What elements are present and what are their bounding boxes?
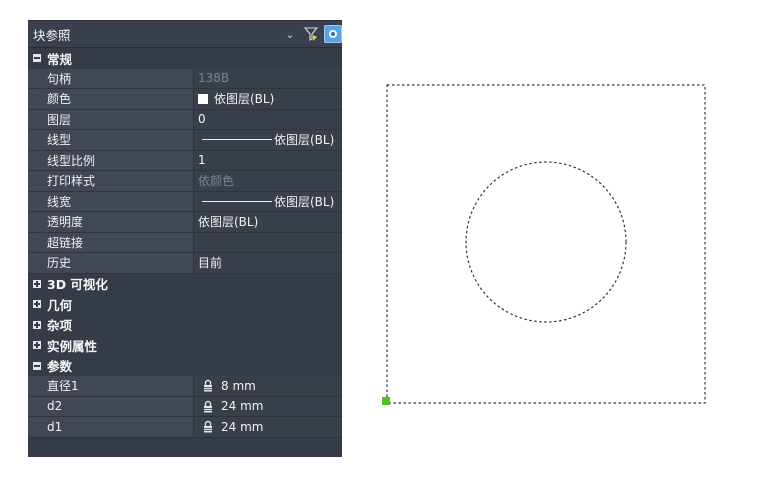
param-value-text: 8 mm: [221, 378, 256, 393]
param-row-d2[interactable]: d2 24 mm: [28, 396, 342, 417]
property-label: 线宽: [28, 191, 194, 211]
object-type-dropdown[interactable]: 块参照 ⌄: [28, 22, 298, 46]
section-parameters[interactable]: 参数: [28, 355, 342, 376]
property-value-color[interactable]: 依图层(BL): [194, 89, 342, 109]
property-row-color[interactable]: 颜色 依图层(BL): [28, 89, 342, 110]
lineweight-preview: [202, 200, 272, 202]
property-row-hyperlink[interactable]: 超链接: [28, 232, 342, 253]
property-label: 颜色: [28, 89, 194, 109]
section-3d-visualization[interactable]: 3D 可视化: [28, 273, 342, 294]
param-row-d1[interactable]: d1 24 mm: [28, 417, 342, 438]
insertion-grip-handle[interactable]: [382, 397, 390, 405]
param-value-field[interactable]: 8 mm: [194, 376, 342, 396]
section-params-label: 参数: [47, 359, 73, 375]
collapse-icon[interactable]: [33, 54, 41, 63]
property-label: 历史: [28, 253, 194, 273]
property-value[interactable]: 0: [194, 109, 342, 129]
selected-square-outline[interactable]: [386, 84, 706, 404]
property-label: 线型: [28, 130, 194, 150]
property-row-layer[interactable]: 图层 0: [28, 109, 342, 130]
property-value[interactable]: 1: [194, 150, 342, 170]
linetype-value-text: 依图层(BL): [274, 133, 335, 148]
property-label: 超链接: [28, 232, 194, 252]
section-misc[interactable]: 杂项: [28, 314, 342, 335]
property-value-linetype[interactable]: 依图层(BL): [194, 130, 342, 150]
lock-icon[interactable]: [202, 420, 214, 434]
expand-icon[interactable]: [33, 279, 41, 288]
color-swatch: [198, 93, 208, 104]
property-label: 图层: [28, 109, 194, 129]
expand-icon[interactable]: [33, 341, 41, 350]
lock-icon[interactable]: [202, 399, 214, 413]
expand-icon[interactable]: [33, 320, 41, 329]
property-value: 依颜色: [194, 171, 342, 191]
property-label: 透明度: [28, 212, 194, 232]
param-label: 直径1: [28, 376, 194, 396]
properties-panel: 块参照 ⌄ 常规 句柄 138B 颜色 依图层(BL) 图层 0 线型 依图层(…: [28, 20, 342, 457]
property-row-plot-style[interactable]: 打印样式 依颜色: [28, 171, 342, 192]
property-label: 打印样式: [28, 171, 194, 191]
property-label: 线型比例: [28, 150, 194, 170]
property-row-handle[interactable]: 句柄 138B: [28, 68, 342, 89]
section-geometry[interactable]: 几何: [28, 294, 342, 315]
property-value[interactable]: [194, 232, 342, 252]
section-general[interactable]: 常规: [28, 48, 342, 69]
selected-circle-outline[interactable]: [465, 161, 627, 323]
object-type-value: 块参照: [33, 27, 71, 43]
param-value-text: 24 mm: [221, 419, 264, 434]
color-value-text: 依图层(BL): [214, 92, 275, 107]
property-row-history[interactable]: 历史 目前: [28, 253, 342, 274]
section-general-label: 常规: [47, 51, 73, 67]
section-3d-label: 3D 可视化: [47, 277, 108, 293]
param-label: d2: [28, 396, 194, 416]
param-value-text: 24 mm: [221, 399, 264, 414]
property-value-lineweight[interactable]: 依图层(BL): [194, 191, 342, 211]
filter-select-icon[interactable]: [302, 25, 320, 43]
param-value-field[interactable]: 24 mm: [194, 396, 342, 416]
drawing-canvas[interactable]: [380, 80, 710, 410]
section-instance-properties[interactable]: 实例属性: [28, 335, 342, 356]
property-row-linetype-scale[interactable]: 线型比例 1: [28, 150, 342, 171]
param-label: d1: [28, 417, 194, 437]
section-instance-label: 实例属性: [47, 338, 98, 354]
property-value: 138B: [194, 68, 342, 88]
property-row-transparency[interactable]: 透明度 依图层(BL): [28, 212, 342, 233]
property-row-lineweight[interactable]: 线宽 依图层(BL): [28, 191, 342, 212]
expand-icon[interactable]: [33, 300, 41, 309]
section-misc-label: 杂项: [47, 318, 73, 334]
chevron-down-icon: ⌄: [285, 27, 295, 41]
section-geometry-label: 几何: [47, 297, 73, 313]
collapse-icon[interactable]: [33, 361, 41, 370]
panel-header: 块参照 ⌄: [28, 21, 342, 48]
property-value[interactable]: 依图层(BL): [194, 212, 342, 232]
param-row-diameter1[interactable]: 直径1 8 mm: [28, 376, 342, 397]
quick-select-icon[interactable]: [324, 25, 342, 43]
linetype-preview: [202, 139, 272, 141]
property-value[interactable]: 目前: [194, 253, 342, 273]
param-value-field[interactable]: 24 mm: [194, 417, 342, 437]
property-label: 句柄: [28, 68, 194, 88]
property-row-linetype[interactable]: 线型 依图层(BL): [28, 130, 342, 151]
lock-icon[interactable]: [202, 379, 214, 393]
lineweight-value-text: 依图层(BL): [274, 194, 335, 209]
